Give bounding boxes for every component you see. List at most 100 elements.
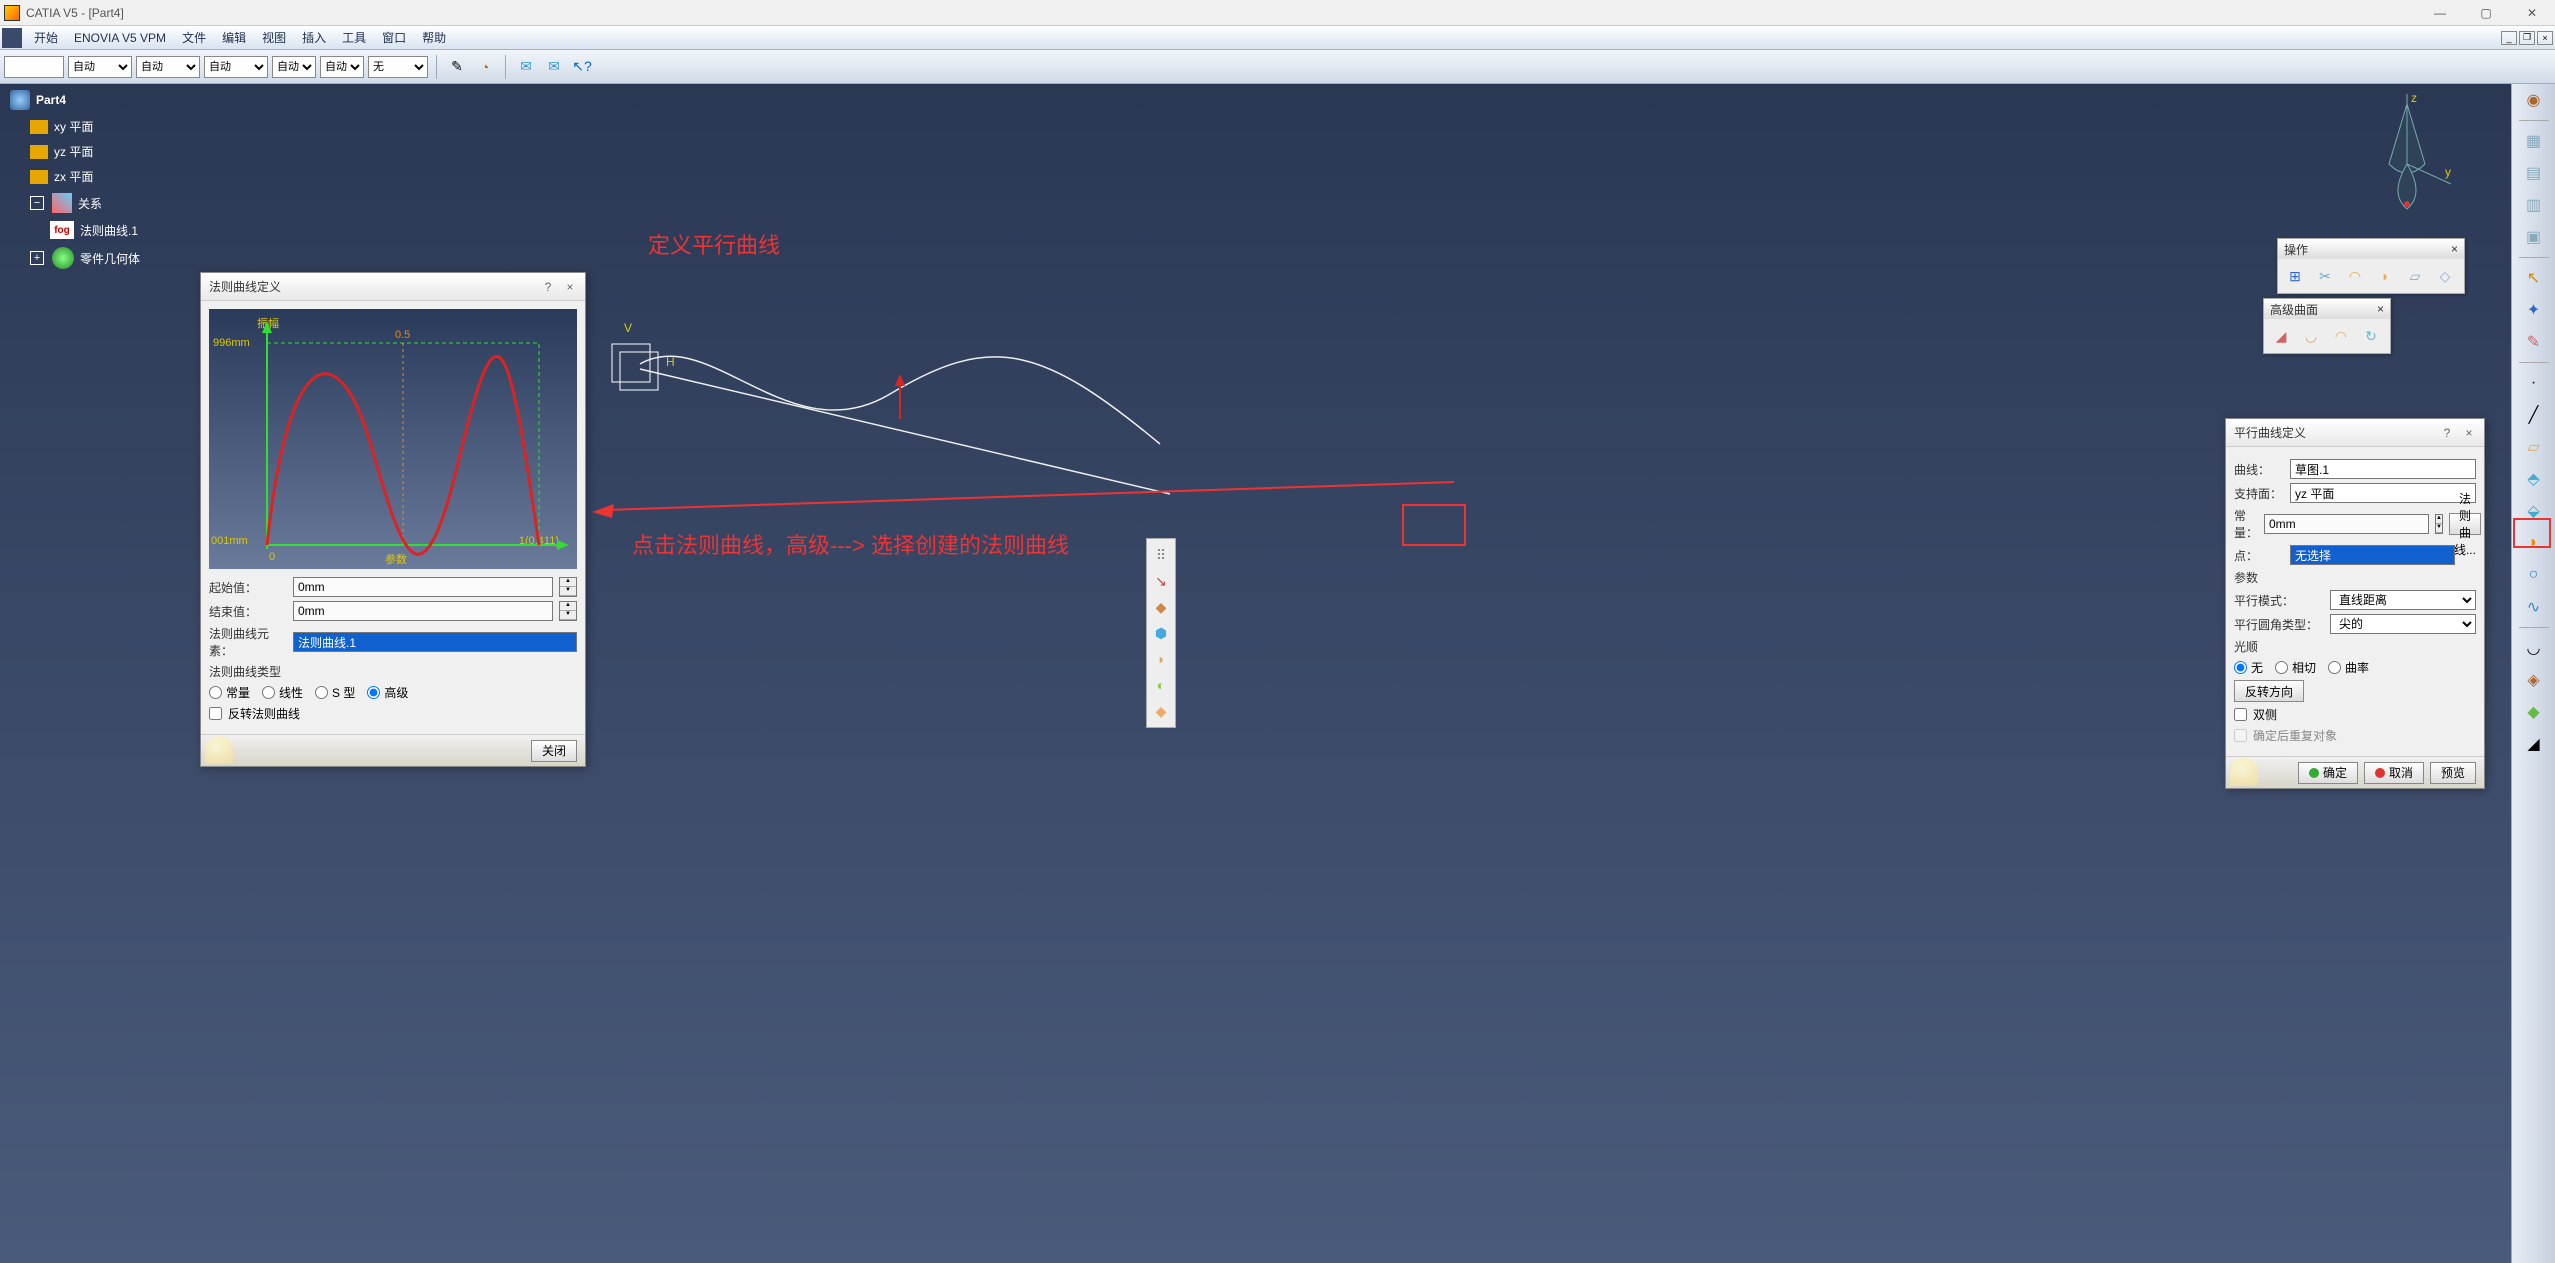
- tree-relations[interactable]: − 关系: [30, 189, 140, 217]
- shape-morph-icon[interactable]: ↻: [2358, 323, 2384, 349]
- menu-edit[interactable]: 编辑: [214, 29, 254, 46]
- join-icon[interactable]: ⊞: [2282, 263, 2308, 289]
- cancel-button[interactable]: 取消: [2364, 762, 2424, 784]
- trim-icon[interactable]: ✂: [2312, 263, 2338, 289]
- curve-input[interactable]: [2290, 459, 2476, 479]
- close-button[interactable]: 关闭: [531, 740, 577, 762]
- mdi-close[interactable]: ×: [2537, 31, 2553, 45]
- point-icon[interactable]: ▦: [2520, 129, 2548, 153]
- tree-law-curve[interactable]: fog 法则曲线.1: [50, 217, 140, 243]
- constant-input[interactable]: [2264, 514, 2429, 534]
- point-tool-icon[interactable]: ·: [2520, 371, 2548, 395]
- shading-icon[interactable]: ▥: [2520, 193, 2548, 217]
- reverse-direction-button[interactable]: 反转方向: [2234, 680, 2304, 702]
- mail-icon[interactable]: ✉: [514, 55, 538, 79]
- tree-zx-plane[interactable]: zx 平面: [30, 164, 140, 189]
- maximize-button[interactable]: ▢: [2463, 0, 2509, 26]
- menu-file[interactable]: 文件: [174, 29, 214, 46]
- law-curve-button[interactable]: 法则曲线...: [2449, 513, 2481, 535]
- both-sides-checkbox[interactable]: [2234, 708, 2247, 721]
- menu-start[interactable]: 开始: [26, 29, 66, 46]
- radio-none[interactable]: 无: [2234, 659, 2263, 676]
- menu-insert[interactable]: 插入: [294, 29, 334, 46]
- toolbar-select-5[interactable]: 自动: [320, 56, 364, 78]
- sweep-tool-icon[interactable]: ◢: [2520, 732, 2548, 756]
- toolbar-close-icon[interactable]: ×: [2377, 302, 2384, 316]
- tree-root[interactable]: Part4: [10, 86, 140, 114]
- compass-icon[interactable]: ✦: [2520, 298, 2548, 322]
- toolbar-select-1[interactable]: 自动: [68, 56, 132, 78]
- minimize-button[interactable]: —: [2417, 0, 2463, 26]
- collapse-icon[interactable]: −: [30, 196, 44, 210]
- close-button[interactable]: ✕: [2509, 0, 2555, 26]
- sweep-icon[interactable]: ◐: [1149, 673, 1173, 697]
- tree-yz-plane[interactable]: yz 平面: [30, 139, 140, 164]
- pointer-help-icon[interactable]: ↖?: [570, 55, 594, 79]
- curve-tool-icon[interactable]: ◡: [2520, 636, 2548, 660]
- radio-linear[interactable]: 线性: [262, 684, 303, 701]
- grip-icon[interactable]: ⠿: [1149, 543, 1173, 567]
- toolbar-input[interactable]: [4, 56, 64, 78]
- menu-help[interactable]: 帮助: [414, 29, 454, 46]
- close-icon[interactable]: ×: [2462, 426, 2476, 440]
- wrap-curve-icon[interactable]: ◡: [2298, 323, 2324, 349]
- close-icon[interactable]: ×: [563, 280, 577, 294]
- mdi-restore[interactable]: ❐: [2519, 31, 2535, 45]
- radio-constant[interactable]: 常量: [209, 684, 250, 701]
- end-spinner[interactable]: ▲▼: [559, 601, 577, 621]
- toolbar-select-3[interactable]: 自动: [204, 56, 268, 78]
- toolbar-select-4[interactable]: 自动: [272, 56, 316, 78]
- mail-send-icon[interactable]: ✉: [542, 55, 566, 79]
- plane-tool-icon[interactable]: ▱: [2520, 435, 2548, 459]
- tree-part-body[interactable]: + 零件几何体: [30, 243, 140, 273]
- circle-icon[interactable]: ○: [2520, 563, 2548, 587]
- toolbar-select-6[interactable]: 无: [368, 56, 428, 78]
- tree-xy-plane[interactable]: xy 平面: [30, 114, 140, 139]
- line-tool-icon[interactable]: ╱: [2520, 403, 2548, 427]
- translate-icon[interactable]: ◗: [2372, 263, 2398, 289]
- project-icon[interactable]: ⬘: [2520, 467, 2548, 491]
- support-input[interactable]: [2290, 483, 2476, 503]
- start-spinner[interactable]: ▲▼: [559, 577, 577, 597]
- axis-icon[interactable]: ↘: [1149, 569, 1173, 593]
- point-input[interactable]: [2290, 545, 2455, 565]
- invert-icon[interactable]: ◇: [2432, 263, 2458, 289]
- spline-icon[interactable]: ∿: [2520, 595, 2548, 619]
- toolbar-close-icon[interactable]: ×: [2451, 242, 2458, 256]
- expand-icon[interactable]: +: [30, 251, 44, 265]
- wrap-surface-icon[interactable]: ◠: [2328, 323, 2354, 349]
- preview-button[interactable]: 预览: [2430, 762, 2476, 784]
- reverse-law-checkbox[interactable]: [209, 707, 222, 720]
- mdi-minimize[interactable]: _: [2501, 31, 2517, 45]
- sketch-icon[interactable]: ✎: [2520, 330, 2548, 354]
- end-value-input[interactable]: [293, 601, 553, 621]
- wireframe-icon[interactable]: ▤: [2520, 161, 2548, 185]
- offset-tool-icon[interactable]: ◆: [2520, 700, 2548, 724]
- select-arrow-icon[interactable]: ↖: [2520, 266, 2548, 290]
- start-value-input[interactable]: [293, 577, 553, 597]
- corner-select[interactable]: 尖的: [2330, 614, 2476, 634]
- radio-tangent[interactable]: 相切: [2275, 659, 2316, 676]
- plane-icon[interactable]: ◆: [1149, 595, 1173, 619]
- brush-icon[interactable]: ✎: [445, 55, 469, 79]
- fill-icon[interactable]: ◆: [1149, 699, 1173, 723]
- cube-icon[interactable]: ▣: [2520, 225, 2548, 249]
- radio-s-type[interactable]: S 型: [315, 684, 355, 701]
- bump-icon[interactable]: ◢: [2268, 323, 2294, 349]
- mode-select[interactable]: 直线距离: [2330, 590, 2476, 610]
- law-element-input[interactable]: [293, 632, 577, 652]
- constant-spinner[interactable]: ▲▼: [2435, 514, 2443, 534]
- extrapolate-icon[interactable]: ▱: [2402, 263, 2428, 289]
- radio-curvature[interactable]: 曲率: [2328, 659, 2369, 676]
- menu-tools[interactable]: 工具: [334, 29, 374, 46]
- help-icon[interactable]: ?: [541, 280, 555, 294]
- workbench-icon[interactable]: ◉: [2520, 88, 2548, 112]
- radio-advanced[interactable]: 高级: [367, 684, 408, 701]
- compass[interactable]: z y: [2359, 94, 2455, 214]
- toolbar-select-2[interactable]: 自动: [136, 56, 200, 78]
- help-icon[interactable]: ?: [2440, 426, 2454, 440]
- projection-icon[interactable]: ⬢: [1149, 621, 1173, 645]
- offset-icon[interactable]: ◗: [1149, 647, 1173, 671]
- palette-icon[interactable]: ◔: [473, 55, 497, 79]
- menu-enovia[interactable]: ENOVIA V5 VPM: [66, 31, 174, 45]
